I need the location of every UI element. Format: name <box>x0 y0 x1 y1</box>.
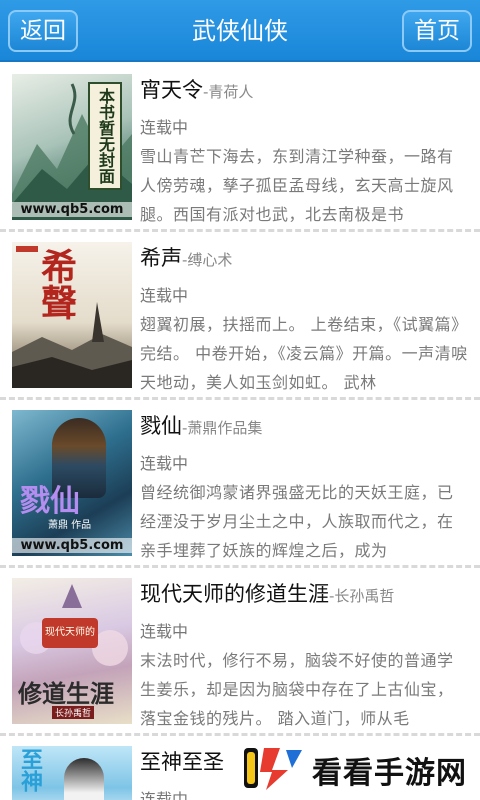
book-author: -青荷人 <box>203 83 254 101</box>
book-item[interactable]: 希聲 希声-缚心术 连载中 翅翼初展，扶摇而上。 上卷结束，《试翼篇》完结。 中… <box>0 232 480 400</box>
book-description: 翅翼初展，扶摇而上。 上卷结束，《试翼篇》完结。 中卷开始，《凌云篇》开篇。一声… <box>140 315 468 392</box>
book-status: 连载中 <box>140 454 189 473</box>
book-description: 末法时代，修行不易，脑袋不好使的普通学生姜乐，却是因为脑袋中存在了上古仙宝，落宝… <box>140 651 454 728</box>
book-cover[interactable]: 戮仙 萧鼎 作品 www.qb5.com <box>12 410 132 556</box>
home-button[interactable]: 首页 <box>402 10 472 52</box>
book-author: -缚心术 <box>182 251 233 269</box>
book-description: 雪山青芒下海去，东到清江学种蚕，一路有人傍劳魂，孳子孤臣孟母线，玄天高士旋风腿。… <box>140 147 454 224</box>
book-status: 连载中 <box>140 118 189 137</box>
book-list: 本书暂无封面 www.qb5.com 宵天令-青荷人 连载中 雪山青芒下海去，东… <box>0 64 480 800</box>
book-info: 戮仙-萧鼎作品集 连载中 曾经统御鸿蒙诸界强盛无比的天妖王庭，已经湮没于岁月尘土… <box>140 410 468 565</box>
page-title: 武侠仙侠 <box>192 17 288 45</box>
book-info: 希声-缚心术 连载中 翅翼初展，扶摇而上。 上卷结束，《试翼篇》完结。 中卷开始… <box>140 242 468 397</box>
book-status: 连载中 <box>140 286 189 305</box>
cover-author: 萧鼎 作品 <box>48 520 92 531</box>
book-title[interactable]: 至神至圣 <box>140 750 224 774</box>
book-cover[interactable]: 现代天师的 修道生涯 长孙禹哲 <box>12 578 132 724</box>
book-item[interactable]: 现代天师的 修道生涯 长孙禹哲 现代天师的修道生涯-长孙禹哲 连载中 末法时代，… <box>0 568 480 736</box>
book-item[interactable]: 戮仙 萧鼎 作品 www.qb5.com 戮仙-萧鼎作品集 连载中 曾经统御鸿蒙… <box>0 400 480 568</box>
cover-url: www.qb5.com <box>12 202 132 217</box>
site-watermark: 看看手游网 <box>228 736 480 800</box>
cover-title: 戮仙 <box>20 484 80 519</box>
book-title[interactable]: 戮仙 <box>140 414 182 438</box>
cover-title: 希聲 <box>35 248 77 320</box>
title-line: 宵天令-青荷人 <box>140 74 468 108</box>
watermark-text: 看看手游网 <box>312 756 467 791</box>
app-header: 返回 武侠仙侠 首页 <box>0 0 480 62</box>
cover-author: 长孙禹哲 <box>52 706 95 719</box>
hero-figure <box>64 758 104 800</box>
book-info: 现代天师的修道生涯-长孙禹哲 连载中 末法时代，修行不易，脑袋不好使的普通学生姜… <box>140 578 468 733</box>
cover-title: 至神 <box>17 748 43 792</box>
book-title[interactable]: 现代天师的修道生涯 <box>140 582 329 606</box>
book-info: 宵天令-青荷人 连载中 雪山青芒下海去，东到清江学种蚕，一路有人傍劳魂，孳子孤臣… <box>140 74 468 229</box>
book-cover[interactable]: 希聲 <box>12 242 132 388</box>
book-status: 连载中 <box>140 622 189 641</box>
book-title[interactable]: 宵天令 <box>140 78 203 102</box>
book-cover[interactable]: 本书暂无封面 www.qb5.com <box>12 74 132 220</box>
cover-series-tag: 现代天师的 <box>42 618 98 648</box>
kk-logo-icon <box>244 748 302 790</box>
title-line: 戮仙-萧鼎作品集 <box>140 410 468 444</box>
book-author: -萧鼎作品集 <box>182 419 263 437</box>
back-button[interactable]: 返回 <box>8 10 78 52</box>
title-line: 希声-缚心术 <box>140 242 468 276</box>
cover-title: 修道生涯 <box>18 679 114 708</box>
book-title[interactable]: 希声 <box>140 246 182 270</box>
cover-placeholder-text: 本书暂无封面 <box>88 82 122 190</box>
book-item[interactable]: 本书暂无封面 www.qb5.com 宵天令-青荷人 连载中 雪山青芒下海去，东… <box>0 64 480 232</box>
book-cover[interactable]: 至神 <box>12 746 132 800</box>
title-line: 现代天师的修道生涯-长孙禹哲 <box>140 578 468 612</box>
book-description: 曾经统御鸿蒙诸界强盛无比的天妖王庭，已经湮没于岁月尘土之中，人族取而代之，在亲手… <box>140 483 454 560</box>
book-author: -长孙禹哲 <box>329 587 395 605</box>
cover-url: www.qb5.com <box>12 538 132 553</box>
